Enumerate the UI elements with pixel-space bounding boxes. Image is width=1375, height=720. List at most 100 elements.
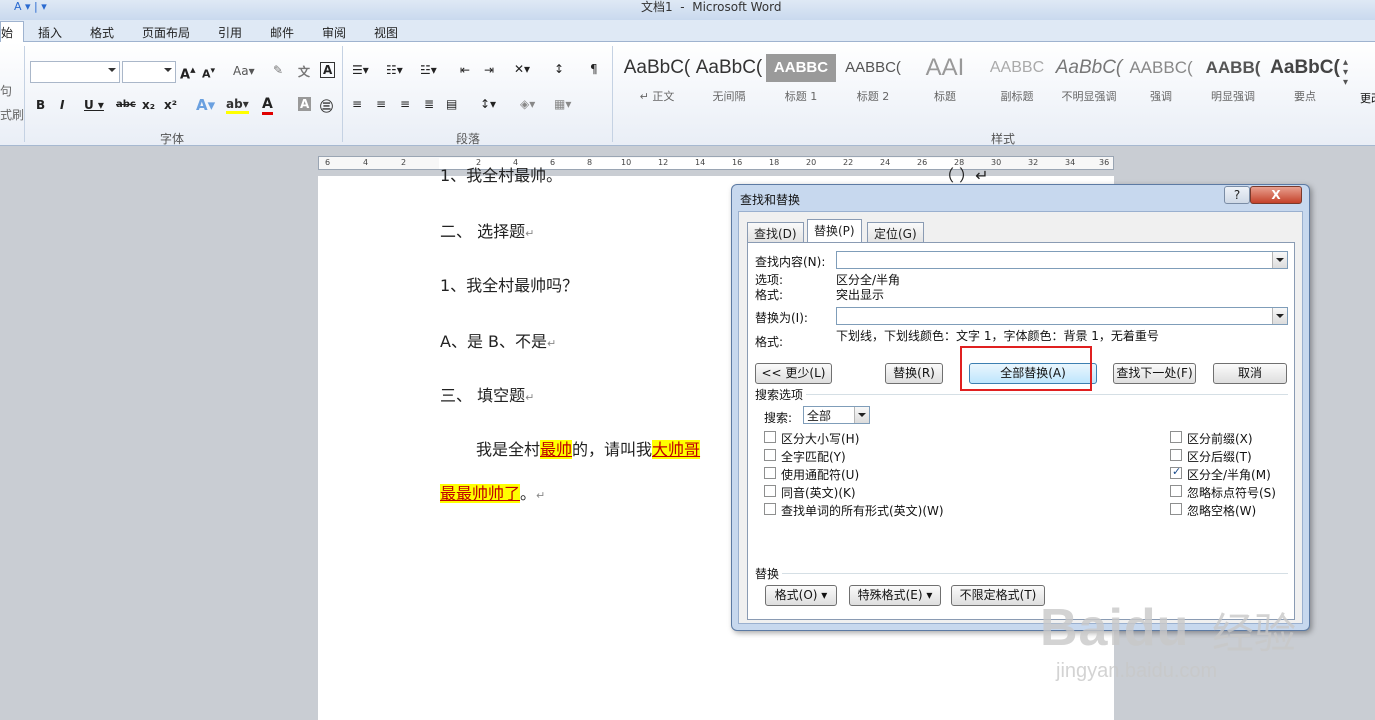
horizontal-ruler[interactable]: 6 4 2 2 4 6 8 10 12 14 16 18 20 22 24 26… (318, 156, 1114, 170)
ruler-tick: 8 (587, 158, 593, 167)
style-caption: 无间隔 (712, 90, 746, 103)
chevron-down-icon[interactable] (854, 407, 869, 423)
shrink-font-icon[interactable]: A▾ (202, 65, 215, 81)
search-direction-value: 全部 (807, 409, 832, 423)
chevron-down-icon[interactable] (1272, 308, 1287, 324)
replace-button[interactable]: 替换(R) (885, 363, 943, 384)
style-normal[interactable]: AaBbC( ↵ 正文 (622, 54, 692, 106)
find-label: 查找内容(N): (755, 255, 826, 269)
ignore-punctuation-checkbox[interactable] (1170, 485, 1182, 497)
text-effects-icon[interactable]: A▾ (196, 96, 215, 114)
multilevel-list-icon[interactable]: ☳▾ (420, 63, 437, 77)
style-intense-emphasis[interactable]: AABB( 明显强调 (1198, 54, 1268, 106)
less-button[interactable]: << 更少(L) (755, 363, 832, 384)
find-next-button[interactable]: 查找下一处(F) (1113, 363, 1196, 384)
change-case-icon[interactable]: Aa▾ (233, 64, 255, 78)
style-subtle-emphasis[interactable]: AaBbC( 不明显强调 (1054, 54, 1124, 106)
format-painter-label-partial[interactable]: 式刷 (0, 106, 24, 123)
help-button[interactable]: ? (1224, 186, 1250, 204)
all-word-forms-checkbox[interactable] (764, 503, 776, 515)
distributed-icon[interactable]: ▤ (446, 97, 457, 111)
annotation-highlight-box (960, 346, 1092, 391)
char-shading-icon[interactable]: A (298, 97, 312, 111)
style-heading-1[interactable]: AABBC 标题 1 (766, 54, 836, 106)
subscript-icon[interactable]: x₂ (142, 98, 155, 112)
align-right-icon[interactable]: ≡ (400, 97, 410, 111)
match-width-checkbox[interactable] (1170, 465, 1182, 479)
align-left-icon[interactable]: ≡ (352, 97, 362, 111)
ruler-tick: 20 (806, 158, 817, 167)
close-button[interactable]: X (1250, 186, 1302, 204)
chevron-down-icon[interactable] (1272, 252, 1287, 268)
phonetic-guide-icon[interactable]: 文 (298, 63, 310, 80)
replace-input[interactable] (836, 307, 1288, 325)
increase-indent-icon[interactable]: ⇥ (484, 63, 494, 77)
show-marks-icon[interactable]: ¶ (590, 62, 598, 76)
whole-word-checkbox[interactable] (764, 449, 776, 461)
match-case-checkbox[interactable] (764, 431, 776, 443)
tab-references[interactable]: 引用 (218, 24, 242, 41)
tab-goto[interactable]: 定位(G) (867, 222, 924, 242)
style-subtitle[interactable]: AABBC 副标题 (982, 54, 1052, 106)
decrease-indent-icon[interactable]: ⇤ (460, 63, 470, 77)
ruler-tick: 34 (1065, 158, 1076, 167)
change-styles-label-partial[interactable]: 更改 (1360, 90, 1375, 106)
tab-find[interactable]: 查找(D) (747, 222, 804, 242)
italic-icon[interactable]: I (60, 98, 64, 112)
grow-font-icon[interactable]: A▴ (180, 63, 196, 82)
tab-insert[interactable]: 插入 (38, 24, 62, 41)
highlight-color-icon[interactable]: ab▾ (226, 97, 249, 114)
format-button[interactable]: 格式(O) ▾ (765, 585, 837, 606)
match-suffix-checkbox[interactable] (1170, 449, 1182, 461)
quick-access-toolbar[interactable]: A ▾ | ▾ (14, 0, 47, 13)
style-title[interactable]: AAI 标题 (910, 54, 980, 106)
tab-page-layout[interactable]: 页面布局 (142, 24, 190, 41)
ruler-tick: 2 (401, 158, 407, 167)
numbering-icon[interactable]: ☷▾ (386, 63, 403, 77)
tab-replace[interactable]: 替换(P) (807, 219, 862, 243)
style-sample: AABBC( (1129, 58, 1193, 77)
bold-icon[interactable]: B (36, 98, 45, 112)
ruler-tick: 14 (695, 158, 706, 167)
group-label-font: 字体 (160, 132, 185, 146)
line-spacing-icon[interactable]: ↕▾ (480, 97, 496, 111)
sort-icon[interactable]: ↕ (554, 62, 564, 76)
justify-icon[interactable]: ≣ (424, 97, 434, 111)
borders-icon[interactable]: ▦▾ (554, 97, 571, 111)
find-input[interactable] (836, 251, 1288, 269)
cancel-button[interactable]: 取消 (1213, 363, 1287, 384)
underline-icon[interactable]: U ▾ (84, 98, 104, 112)
tab-mailings[interactable]: 邮件 (270, 24, 294, 41)
special-format-button[interactable]: 特殊格式(E) ▾ (849, 585, 941, 606)
tab-view[interactable]: 视图 (374, 24, 398, 41)
doc-fill-line-1: 我是全村最帅的，请叫我大帅哥 (476, 436, 701, 460)
tab-review[interactable]: 审阅 (322, 24, 346, 41)
font-name-combo[interactable] (30, 61, 120, 83)
no-formatting-button[interactable]: 不限定格式(T) (951, 585, 1045, 606)
align-center-icon[interactable]: ≡ (376, 97, 386, 111)
bullets-icon[interactable]: ☰▾ (352, 63, 369, 77)
match-prefix-checkbox[interactable] (1170, 431, 1182, 443)
tab-format[interactable]: 格式 (90, 24, 114, 41)
sounds-like-checkbox[interactable] (764, 485, 776, 497)
strikethrough-icon[interactable]: abc (116, 99, 136, 110)
superscript-icon[interactable]: x² (164, 98, 177, 112)
wildcards-checkbox[interactable] (764, 467, 776, 479)
chinese-layout-icon[interactable]: ✕▾ (514, 62, 530, 76)
shading-icon[interactable]: ◈▾ (520, 97, 535, 111)
font-size-combo[interactable] (122, 61, 176, 83)
match-suffix-label: 区分后缀(T) (1187, 450, 1252, 464)
char-border-icon[interactable]: A (320, 62, 336, 78)
styles-scroll-icon[interactable]: ▴ ▾ ▾ (1343, 58, 1348, 88)
search-direction-select[interactable]: 全部 (803, 406, 870, 424)
enclose-char-icon[interactable]: ㊂ (320, 96, 333, 115)
tab-home[interactable]: 始 (0, 21, 24, 43)
style-emphasis[interactable]: AABBC( 强调 (1126, 54, 1196, 106)
doc-options: A、是 B、不是↵ (440, 328, 556, 352)
style-no-spacing[interactable]: AaBbC( 无间隔 (694, 54, 764, 106)
ignore-space-checkbox[interactable] (1170, 503, 1182, 515)
clear-format-icon[interactable]: ✎ (273, 63, 283, 77)
style-heading-2[interactable]: AABBC( 标题 2 (838, 54, 908, 106)
style-strong[interactable]: AaBbC( 要点 (1270, 54, 1340, 106)
font-color-icon[interactable]: A (262, 96, 273, 115)
